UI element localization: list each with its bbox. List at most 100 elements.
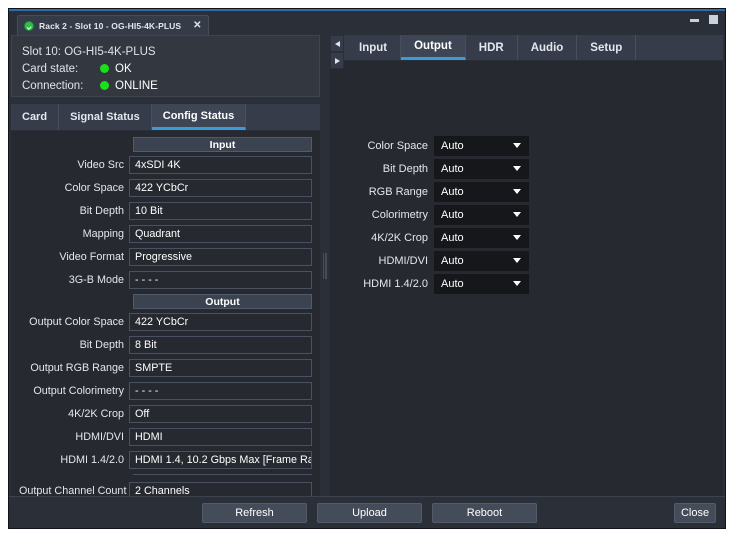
tab-hdr[interactable]: HDR xyxy=(466,35,518,60)
tab-audio[interactable]: Audio xyxy=(518,35,578,60)
field-value-output-color-space: 422 YCbCr xyxy=(129,313,312,331)
upload-button[interactable]: Upload xyxy=(317,503,422,523)
refresh-button[interactable]: Refresh xyxy=(202,503,307,523)
setting-row: Bit Depth Auto xyxy=(330,158,723,179)
field-label-video-format: Video Format xyxy=(19,251,129,263)
field-label-3g-b-mode: 3G-B Mode xyxy=(19,274,129,286)
tab-hdr-label: HDR xyxy=(479,42,504,54)
title-bar: Rack 2 - Slot 10 - OG-HI5-4K-PLUS ✕ xyxy=(9,11,725,35)
dropdown-hdmi-dvi[interactable]: Auto xyxy=(434,251,529,271)
tab-card[interactable]: Card xyxy=(11,104,59,130)
setting-label-hdmi-dvi: HDMI/DVI xyxy=(330,255,434,267)
field-row: Video Format Progressive xyxy=(19,248,312,266)
chevron-down-icon xyxy=(513,281,521,286)
tab-input[interactable]: Input xyxy=(346,35,401,60)
chevron-right-icon[interactable] xyxy=(330,52,344,69)
field-label-color-space: Color Space xyxy=(19,182,129,194)
tab-input-label: Input xyxy=(359,42,387,54)
tab-setup-label: Setup xyxy=(590,42,622,54)
dropdown-bit-depth-value: Auto xyxy=(441,163,464,175)
check-circle-icon xyxy=(24,21,34,31)
setting-label-bit-depth: Bit Depth xyxy=(330,163,434,175)
connection-value: ONLINE xyxy=(115,80,158,92)
field-value-video-src: 4xSDI 4K xyxy=(129,156,312,174)
field-value-color-space: 422 YCbCr xyxy=(129,179,312,197)
field-label-hdmi-dvi: HDMI/DVI xyxy=(19,431,129,443)
output-section-header: Output xyxy=(133,294,312,309)
field-label-4k-2k-crop: 4K/2K Crop xyxy=(19,408,129,420)
field-value-video-format: Progressive xyxy=(129,248,312,266)
section-divider xyxy=(133,474,312,475)
dropdown-bit-depth[interactable]: Auto xyxy=(434,159,529,179)
tab-scroll-arrows xyxy=(330,35,344,69)
connection-label: Connection: xyxy=(22,80,100,92)
config-status-panel: Input Video Src 4xSDI 4K Color Space 422… xyxy=(11,131,320,496)
card-state-indicator-icon xyxy=(100,64,109,73)
field-row: Output RGB Range SMPTE xyxy=(19,359,312,377)
field-label-output-color-space: Output Color Space xyxy=(19,316,129,328)
field-row: Bit Depth 8 Bit xyxy=(19,336,312,354)
setting-label-rgb-range: RGB Range xyxy=(330,186,434,198)
window-controls xyxy=(689,14,719,25)
card-state-row: Card state: OK xyxy=(22,60,309,77)
setting-row: RGB Range Auto xyxy=(330,181,723,202)
field-value-output-rgb-range: SMPTE xyxy=(129,359,312,377)
minimize-icon[interactable] xyxy=(689,14,700,25)
card-info-panel: Slot 10: OG-HI5-4K-PLUS Card state: OK C… xyxy=(11,35,320,97)
dropdown-4k-2k-crop-value: Auto xyxy=(441,232,464,244)
dropdown-colorimetry[interactable]: Auto xyxy=(434,205,529,225)
close-icon[interactable]: ✕ xyxy=(193,21,201,31)
field-value-output-colorimetry: - - - - xyxy=(129,382,312,400)
tab-setup[interactable]: Setup xyxy=(577,35,636,60)
setting-row: 4K/2K Crop Auto xyxy=(330,227,723,248)
field-row: Output Color Space 422 YCbCr xyxy=(19,313,312,331)
setting-row: Color Space Auto xyxy=(330,135,723,156)
field-value-3g-b-mode: - - - - xyxy=(129,271,312,289)
document-tab[interactable]: Rack 2 - Slot 10 - OG-HI5-4K-PLUS ✕ xyxy=(17,15,209,35)
field-label-output-colorimetry: Output Colorimetry xyxy=(19,385,129,397)
window-body: Slot 10: OG-HI5-4K-PLUS Card state: OK C… xyxy=(9,35,725,496)
connection-indicator-icon xyxy=(100,81,109,90)
dropdown-color-space[interactable]: Auto xyxy=(434,136,529,156)
application-window: Rack 2 - Slot 10 - OG-HI5-4K-PLUS ✕ Slot… xyxy=(8,8,726,529)
field-row: Color Space 422 YCbCr xyxy=(19,179,312,197)
dropdown-4k-2k-crop[interactable]: Auto xyxy=(434,228,529,248)
field-row: Video Src 4xSDI 4K xyxy=(19,156,312,174)
field-row: HDMI/DVI HDMI xyxy=(19,428,312,446)
field-value-4k-2k-crop: Off xyxy=(129,405,312,423)
dropdown-rgb-range[interactable]: Auto xyxy=(434,182,529,202)
chevron-left-icon[interactable] xyxy=(330,35,344,52)
setting-row: HDMI 1.4/2.0 Auto xyxy=(330,273,723,294)
left-pane: Slot 10: OG-HI5-4K-PLUS Card state: OK C… xyxy=(11,35,320,496)
tab-signal-status[interactable]: Signal Status xyxy=(59,104,152,130)
chevron-down-icon xyxy=(513,166,521,171)
tab-output[interactable]: Output xyxy=(401,35,466,60)
field-row: Output Colorimetry - - - - xyxy=(19,382,312,400)
reboot-button[interactable]: Reboot xyxy=(432,503,537,523)
tab-card-label: Card xyxy=(22,111,47,123)
card-slot-title: Slot 10: OG-HI5-4K-PLUS xyxy=(22,46,156,58)
input-section-header: Input xyxy=(133,137,312,152)
maximize-icon[interactable] xyxy=(708,14,719,25)
dropdown-hdmi-dvi-value: Auto xyxy=(441,255,464,267)
close-button[interactable]: Close xyxy=(674,503,716,523)
dropdown-hdmi-version[interactable]: Auto xyxy=(434,274,529,294)
splitter-grip-icon xyxy=(323,253,327,279)
chevron-down-icon xyxy=(513,235,521,240)
field-label-output-rgb-range: Output RGB Range xyxy=(19,362,129,374)
card-state-label: Card state: xyxy=(22,63,100,75)
tab-config-status[interactable]: Config Status xyxy=(152,104,247,130)
field-label-mapping: Mapping xyxy=(19,228,129,240)
tab-config-status-label: Config Status xyxy=(163,110,235,122)
setting-label-color-space: Color Space xyxy=(330,140,434,152)
field-value-hdmi-version: HDMI 1.4, 10.2 Gbps Max [Frame Rate] xyxy=(129,451,312,469)
pane-splitter[interactable] xyxy=(320,35,330,496)
output-settings-panel: Color Space Auto Bit Depth Auto RGB Rang… xyxy=(330,61,723,496)
chevron-down-icon xyxy=(513,189,521,194)
field-row: Output Channel Count 2 Channels xyxy=(19,482,312,496)
connection-row: Connection: ONLINE xyxy=(22,77,309,94)
chevron-down-icon xyxy=(513,258,521,263)
field-value-mapping: Quadrant xyxy=(129,225,312,243)
card-info-title-row: Slot 10: OG-HI5-4K-PLUS xyxy=(22,43,309,60)
field-value-bit-depth: 10 Bit xyxy=(129,202,312,220)
